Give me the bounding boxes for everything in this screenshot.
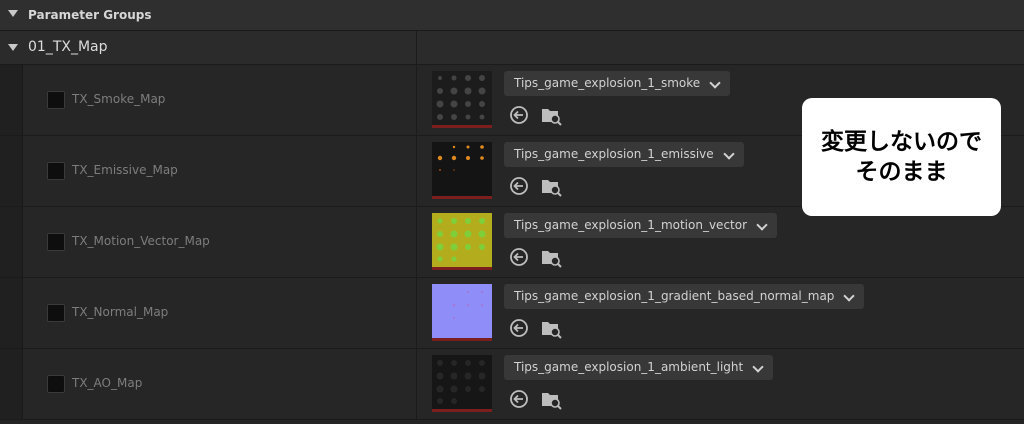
indent-gutter xyxy=(0,278,23,348)
texture-thumbnail[interactable] xyxy=(432,355,492,412)
parameter-row-ao: TX_AO_Map Tips_game_explosion_1_ambient_… xyxy=(0,349,1024,420)
texture-thumbnail[interactable] xyxy=(432,142,492,199)
folder-search-icon[interactable] xyxy=(540,175,562,197)
folder-search-icon[interactable] xyxy=(540,317,562,339)
texture-thumbnail[interactable] xyxy=(432,284,492,341)
column-divider xyxy=(416,136,417,206)
folder-search-icon[interactable] xyxy=(540,104,562,126)
smoke-texture-preview xyxy=(432,71,492,125)
chevron-down-icon xyxy=(709,77,721,89)
chevron-down-icon xyxy=(752,361,764,373)
parameter-name: TX_AO_Map xyxy=(72,376,143,390)
arrow-left-circle-icon[interactable] xyxy=(509,247,529,267)
column-divider xyxy=(416,278,417,348)
override-checkbox[interactable] xyxy=(47,91,65,109)
parameter-name: TX_Smoke_Map xyxy=(72,92,166,106)
column-divider xyxy=(416,31,417,65)
texture-asset-name: Tips_game_explosion_1_motion_vector xyxy=(514,218,748,232)
parameter-row-normal: TX_Normal_Map Tips_game_explosion_1_grad… xyxy=(0,278,1024,349)
column-divider xyxy=(416,207,417,277)
group-row-01-tx-map[interactable]: 01_TX_Map xyxy=(0,31,1024,65)
caret-down-icon[interactable] xyxy=(8,10,18,17)
override-checkbox[interactable] xyxy=(47,233,65,251)
indent-gutter xyxy=(0,65,23,135)
chevron-down-icon xyxy=(756,219,768,231)
chevron-down-icon xyxy=(723,148,735,160)
parameter-groups-header[interactable]: Parameter Groups xyxy=(0,0,1024,31)
motion-vector-texture-preview xyxy=(432,213,492,267)
override-checkbox[interactable] xyxy=(47,162,65,180)
caret-down-icon[interactable] xyxy=(8,44,18,51)
texture-asset-dropdown[interactable]: Tips_game_explosion_1_motion_vector xyxy=(504,213,778,238)
parameter-row-motion-vector: TX_Motion_Vector_Map Tips_game_explosion… xyxy=(0,207,1024,278)
parameter-name: TX_Normal_Map xyxy=(72,305,169,319)
texture-asset-dropdown[interactable]: Tips_game_explosion_1_emissive xyxy=(504,142,744,167)
override-checkbox[interactable] xyxy=(47,304,65,322)
arrow-left-circle-icon[interactable] xyxy=(509,318,529,338)
texture-asset-name: Tips_game_explosion_1_smoke xyxy=(514,76,701,90)
indent-gutter xyxy=(0,136,23,206)
texture-asset-name: Tips_game_explosion_1_emissive xyxy=(514,147,714,161)
chevron-down-icon xyxy=(843,290,856,302)
texture-asset-dropdown[interactable]: Tips_game_explosion_1_smoke xyxy=(504,71,731,96)
callout-line-2: そのまま xyxy=(855,159,948,185)
group-title: 01_TX_Map xyxy=(28,39,108,55)
texture-asset-dropdown[interactable]: Tips_game_explosion_1_gradient_based_nor… xyxy=(504,284,865,309)
texture-thumbnail[interactable] xyxy=(432,213,492,270)
folder-search-icon[interactable] xyxy=(540,388,562,410)
texture-thumbnail[interactable] xyxy=(432,71,492,128)
override-checkbox[interactable] xyxy=(47,375,65,393)
ao-texture-preview xyxy=(432,355,492,409)
normal-map-texture-preview xyxy=(432,284,492,338)
arrow-left-circle-icon[interactable] xyxy=(509,389,529,409)
arrow-left-circle-icon[interactable] xyxy=(509,105,529,125)
folder-search-icon[interactable] xyxy=(540,246,562,268)
parameter-name: TX_Emissive_Map xyxy=(72,163,178,177)
column-divider xyxy=(416,65,417,135)
arrow-left-circle-icon[interactable] xyxy=(509,176,529,196)
texture-asset-dropdown[interactable]: Tips_game_explosion_1_ambient_light xyxy=(504,355,774,380)
parameter-name: TX_Motion_Vector_Map xyxy=(72,234,210,248)
indent-gutter xyxy=(0,349,23,419)
annotation-callout: 変更しないので そのまま xyxy=(802,98,1001,216)
indent-gutter xyxy=(0,207,23,277)
texture-asset-name: Tips_game_explosion_1_ambient_light xyxy=(514,360,744,374)
emissive-texture-preview xyxy=(432,142,492,196)
texture-asset-name: Tips_game_explosion_1_gradient_based_nor… xyxy=(514,289,835,303)
callout-line-1: 変更しないので xyxy=(821,129,982,155)
section-title: Parameter Groups xyxy=(28,8,152,22)
column-divider xyxy=(416,349,417,419)
